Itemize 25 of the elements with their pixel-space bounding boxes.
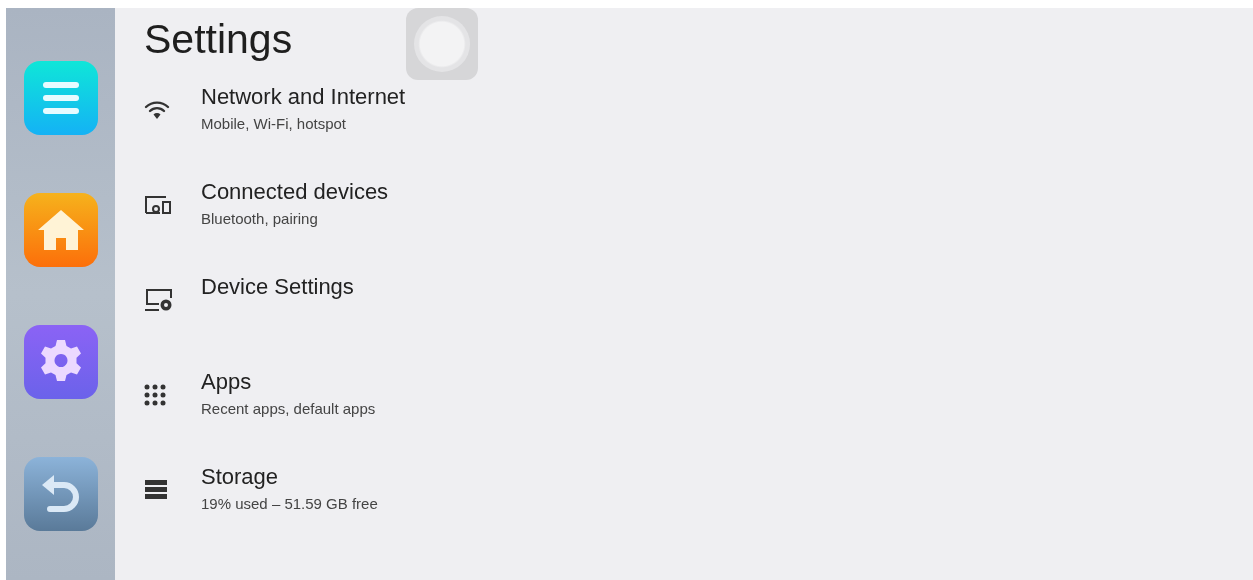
item-title: Network and Internet [201,84,406,110]
item-subtitle: Mobile, Wi-Fi, hotspot [201,115,348,132]
home-button[interactable] [23,193,98,267]
settings-item[interactable]: Apps Recent apps, default apps [144,369,1253,464]
item-subtitle: Bluetooth, pairing [201,210,319,227]
menu-button[interactable] [23,61,98,135]
item-subtitle: Recent apps, default apps [201,400,376,417]
storage-icon [144,480,168,500]
item-subtitle: 19% used – 51.59 GB free [201,495,378,512]
settings-item[interactable]: Network and Internet Mobile, Wi-Fi, hotspot [144,84,1253,179]
settings-item[interactable]: Storage 19% used – 51.59 GB free [144,464,1253,559]
settings-button[interactable] [23,325,98,399]
back-button[interactable] [23,457,98,531]
floating-assistive-button[interactable] [406,8,478,80]
settings-item[interactable]: Connected devices Bluetooth, pairing [144,179,1253,274]
item-title: Device Settings [201,274,354,300]
item-title: Storage [201,464,280,490]
item-title: Connected devices [201,179,389,205]
page-title: Settings [144,16,294,63]
settings-item[interactable]: Device Settings [144,274,1253,369]
apps-grid-icon [144,384,166,406]
devices-icon [144,195,172,215]
wifi-icon [144,99,170,121]
item-title: Apps [201,369,253,395]
monitor-gear-icon [144,287,174,313]
